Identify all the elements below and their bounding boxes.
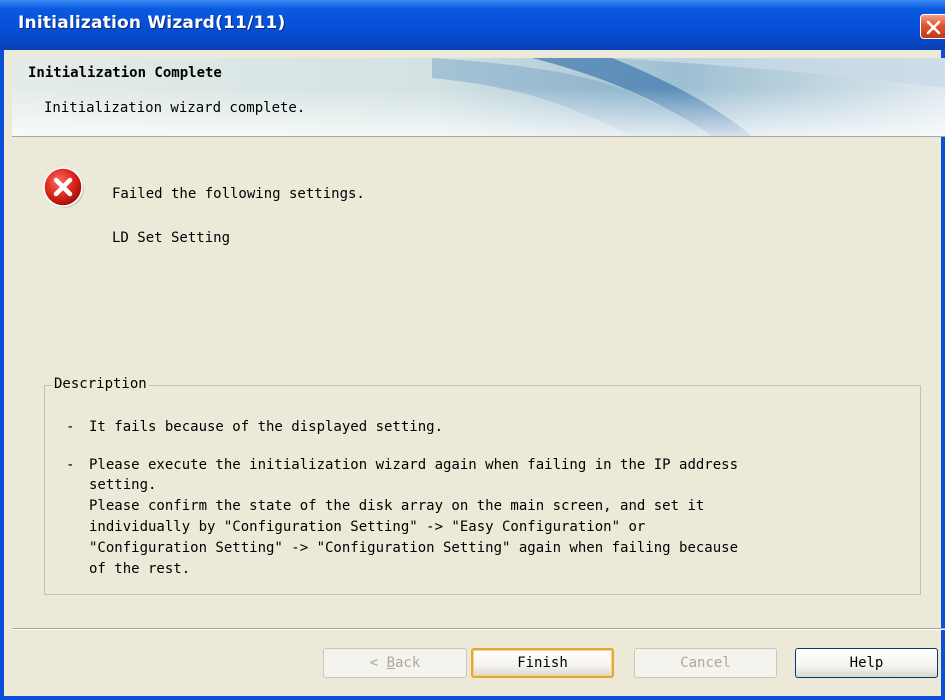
finish-button[interactable]: Finish — [471, 648, 614, 678]
title-bar[interactable]: Initialization Wizard(11/11) — [0, 0, 945, 50]
banner-subtitle: Initialization wizard complete. — [44, 100, 306, 116]
window-title: Initialization Wizard(11/11) — [18, 13, 286, 33]
back-button-mnemonic: B — [386, 655, 395, 671]
bullet-dash: - — [66, 457, 75, 473]
back-button[interactable]: < Back — [323, 648, 467, 678]
description-text: "Configuration Setting" -> "Configuratio… — [89, 540, 739, 556]
failed-setting: LD Set Setting — [112, 230, 231, 246]
close-icon — [926, 20, 941, 35]
back-button-prefix: < — [369, 655, 387, 671]
result-message: Failed the following settings. — [112, 186, 365, 202]
footer-divider-highlight — [12, 629, 945, 630]
description-item: - Please execute the initialization wiza… — [66, 455, 738, 623]
description-text: of the rest. — [89, 561, 191, 577]
close-button[interactable] — [920, 14, 945, 39]
description-text: Please confirm the state of the disk arr… — [89, 498, 705, 514]
cancel-button[interactable]: Cancel — [634, 648, 777, 678]
help-button[interactable]: Help — [795, 648, 938, 678]
bullet-dash: - — [66, 419, 75, 435]
banner-divider — [12, 136, 945, 137]
description-text: It fails because of the displayed settin… — [89, 419, 444, 435]
description-text: individually by "Configuration Setting" … — [89, 519, 646, 535]
banner-title: Initialization Complete — [28, 65, 222, 81]
description-text: Please execute the initialization wizard… — [89, 457, 739, 473]
error-icon — [43, 167, 84, 208]
back-button-label: ack — [395, 655, 421, 671]
description-text: setting. — [89, 477, 157, 493]
header-banner: Initialization Complete Initialization w… — [12, 58, 945, 136]
description-legend: Description — [52, 376, 149, 392]
